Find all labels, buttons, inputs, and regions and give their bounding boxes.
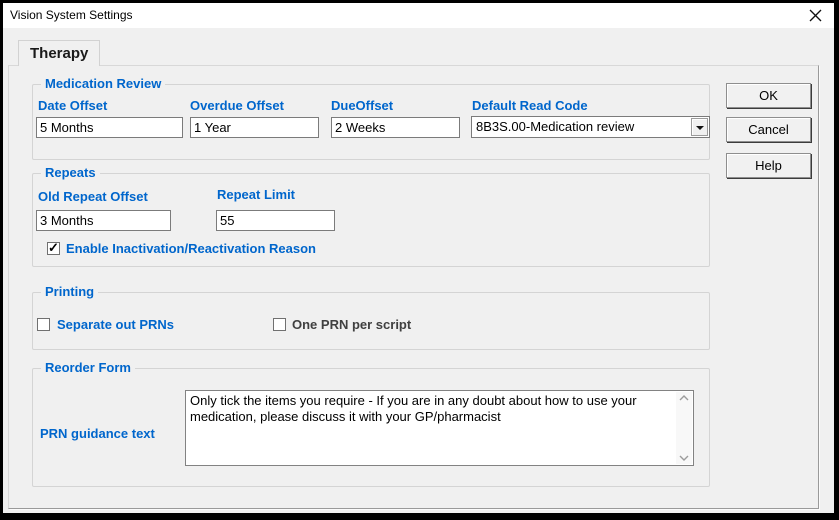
tab-therapy[interactable]: Therapy: [18, 40, 100, 66]
enable-inactivation-label: Enable Inactivation/Reactivation Reason: [66, 241, 316, 256]
repeat-limit-label: Repeat Limit: [217, 187, 295, 202]
date-offset-input[interactable]: [36, 117, 183, 138]
vision-system-settings-dialog: Vision System Settings Therapy Medicatio…: [0, 0, 839, 520]
group-title-printing: Printing: [41, 285, 98, 299]
default-read-code-combobox[interactable]: 8B3S.00-Medication review: [471, 116, 710, 138]
overdue-offset-label: Overdue Offset: [190, 98, 284, 113]
help-button[interactable]: Help: [726, 153, 811, 178]
one-prn-per-script-checkbox[interactable]: [273, 318, 286, 331]
group-printing: Printing Separate out PRNs One PRN per s…: [32, 292, 710, 350]
prn-guidance-textarea[interactable]: Only tick the items you require - If you…: [185, 390, 694, 466]
group-reorder-form: Reorder Form PRN guidance text Only tick…: [32, 368, 710, 487]
scroll-down-icon[interactable]: [679, 455, 689, 461]
default-read-code-dropdown-button[interactable]: [691, 118, 708, 136]
textarea-scrollbar[interactable]: [676, 392, 692, 464]
ok-button[interactable]: OK: [726, 83, 811, 108]
repeat-limit-input[interactable]: [216, 210, 335, 231]
group-title-reorder-form: Reorder Form: [41, 361, 135, 375]
title-bar[interactable]: Vision System Settings: [3, 3, 834, 28]
enable-inactivation-checkbox[interactable]: [47, 242, 60, 255]
default-read-code-label: Default Read Code: [472, 98, 588, 113]
dropdown-arrow-icon: [696, 126, 704, 130]
default-read-code-value: 8B3S.00-Medication review: [476, 119, 634, 134]
date-offset-label: Date Offset: [38, 98, 107, 113]
close-icon: [809, 9, 822, 22]
cancel-button[interactable]: Cancel: [726, 117, 811, 142]
prn-guidance-text-label: PRN guidance text: [40, 426, 155, 441]
scroll-up-icon[interactable]: [679, 395, 689, 401]
group-repeats: Repeats Old Repeat Offset Repeat Limit E…: [32, 173, 710, 267]
separate-out-prns-label: Separate out PRNs: [57, 317, 174, 332]
separate-out-prns-checkbox[interactable]: [37, 318, 50, 331]
close-button[interactable]: [809, 9, 822, 22]
group-medication-review: Medication Review Date Offset Overdue Of…: [32, 84, 710, 160]
overdue-offset-input[interactable]: [190, 117, 319, 138]
old-repeat-offset-input[interactable]: [36, 210, 171, 231]
old-repeat-offset-label: Old Repeat Offset: [38, 189, 148, 204]
one-prn-per-script-label: One PRN per script: [292, 317, 411, 332]
group-title-medication-review: Medication Review: [41, 77, 165, 91]
window-title: Vision System Settings: [10, 8, 133, 22]
dialog-body: Vision System Settings Therapy Medicatio…: [3, 3, 834, 513]
tab-therapy-label: Therapy: [30, 45, 88, 62]
tab-page-therapy: Medication Review Date Offset Overdue Of…: [8, 65, 819, 509]
prn-guidance-text-value: Only tick the items you require - If you…: [190, 393, 673, 425]
due-offset-input[interactable]: [331, 117, 460, 138]
group-title-repeats: Repeats: [41, 166, 100, 180]
due-offset-label: DueOffset: [331, 98, 393, 113]
